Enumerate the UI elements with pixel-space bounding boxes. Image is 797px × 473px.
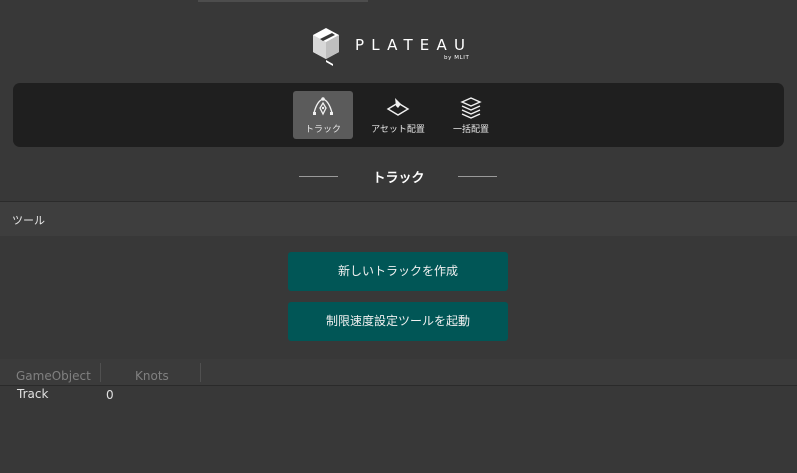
- row-gameobject-cell: Track: [17, 387, 49, 401]
- bulk-placement-icon: [460, 97, 482, 119]
- asset-placement-icon: [386, 98, 410, 116]
- tools-foldout-header[interactable]: ツール: [0, 202, 797, 236]
- column-resize-handle[interactable]: [100, 363, 101, 382]
- column-header-gameobject[interactable]: GameObject: [16, 369, 91, 383]
- logo-subtitle: by MLIT: [444, 55, 470, 61]
- plateau-logo: PLATEAU by MLIT: [311, 26, 487, 66]
- tools-header-label: ツール: [12, 214, 45, 227]
- section-header: トラック: [0, 166, 797, 186]
- mode-bulk-placement-label: 一括配置: [452, 125, 489, 135]
- mode-toolbar: トラック アセット配置 一括配置: [13, 83, 784, 147]
- table-row[interactable]: Track 0: [0, 386, 797, 404]
- plateau-logo-icon: [313, 28, 339, 66]
- window-tab-indicator: [198, 0, 368, 2]
- column-header-knots[interactable]: Knots: [135, 369, 169, 383]
- mode-bulk-placement-button[interactable]: 一括配置: [441, 91, 501, 139]
- mode-asset-placement-button[interactable]: アセット配置: [363, 91, 433, 139]
- row-knots-cell: 0: [106, 388, 114, 402]
- mode-asset-placement-label: アセット配置: [371, 125, 425, 135]
- table-header: GameObject Knots: [0, 359, 797, 386]
- column-resize-handle[interactable]: [200, 363, 201, 382]
- track-tool-icon: [313, 97, 333, 116]
- launch-speed-limit-tool-button[interactable]: 制限速度設定ツールを起動: [288, 302, 508, 341]
- create-track-button[interactable]: 新しいトラックを作成: [288, 252, 508, 291]
- mode-track-button[interactable]: トラック: [293, 91, 353, 139]
- section-divider-right: [458, 176, 497, 177]
- mode-track-label: トラック: [304, 125, 341, 135]
- logo-wordmark: PLATEAU: [355, 36, 473, 54]
- section-title: トラック: [372, 171, 425, 186]
